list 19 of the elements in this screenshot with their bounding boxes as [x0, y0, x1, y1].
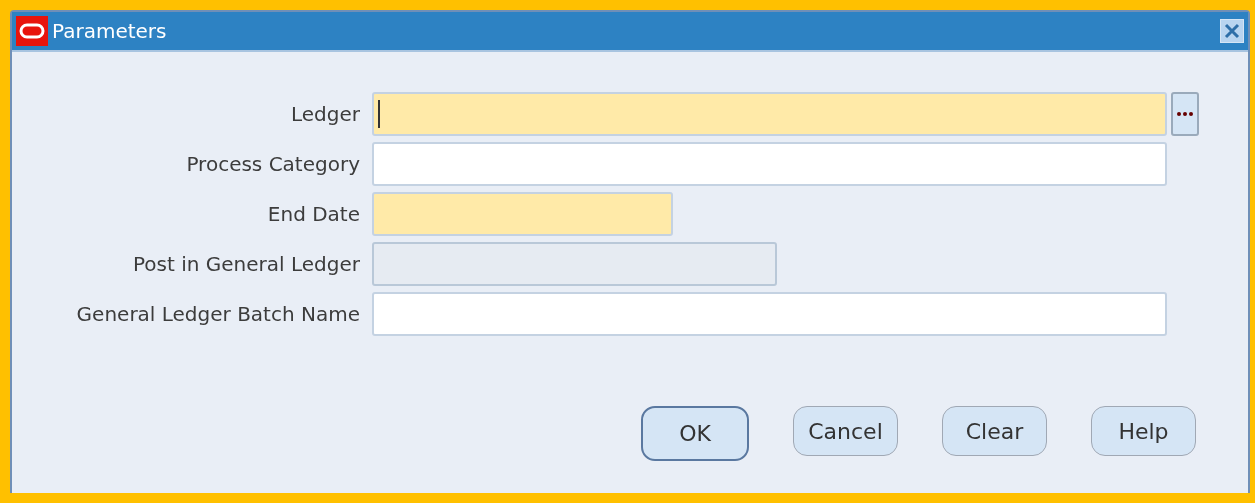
window-title: Parameters — [52, 19, 168, 43]
list-of-values-button[interactable] — [1171, 92, 1199, 136]
dialog-button[interactable]: OK — [641, 406, 749, 461]
field-label: General Ledger Batch Name — [75, 302, 360, 326]
dialog-button[interactable]: Help — [1091, 406, 1196, 456]
field-label: Process Category — [185, 152, 360, 176]
dialog-button[interactable]: Clear — [942, 406, 1047, 456]
app-logo-icon — [16, 16, 48, 46]
input-field[interactable] — [372, 142, 1167, 186]
ellipsis-icon — [1177, 112, 1193, 116]
field-label: End Date — [266, 202, 360, 226]
input-field[interactable] — [372, 92, 1167, 136]
field-label: Post in General Ledger — [132, 252, 360, 276]
close-button[interactable] — [1220, 19, 1244, 43]
field-label: Ledger — [290, 102, 360, 126]
input-field[interactable] — [372, 292, 1167, 336]
dialog-button[interactable]: Cancel — [793, 406, 898, 456]
close-icon — [1224, 23, 1240, 39]
input-field[interactable] — [372, 192, 673, 236]
